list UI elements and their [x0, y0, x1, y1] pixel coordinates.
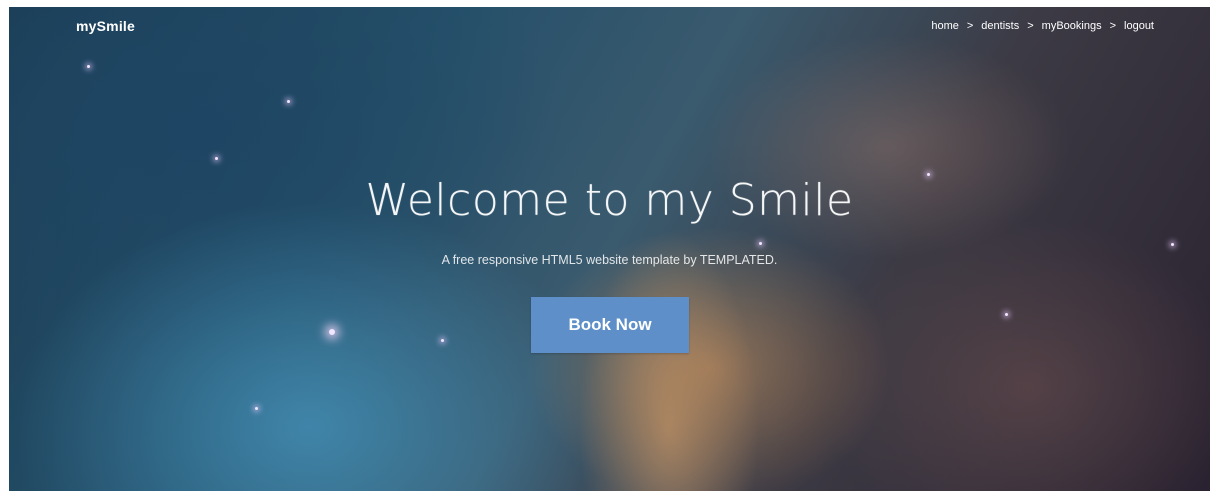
nav-dentists-link[interactable]: dentists — [981, 20, 1019, 32]
nav-separator: > — [1109, 20, 1117, 32]
star-decoration — [759, 242, 762, 245]
nav-logout-link[interactable]: logout — [1124, 20, 1154, 32]
top-navbar: mySmile home > dentists > myBookings > l… — [9, 7, 1210, 47]
hero-title: Welcome to my Smile — [365, 175, 854, 226]
star-decoration — [255, 407, 258, 410]
nav-mybookings-link[interactable]: myBookings — [1042, 20, 1102, 32]
hero-banner: mySmile home > dentists > myBookings > l… — [9, 7, 1210, 491]
star-decoration — [87, 65, 90, 68]
star-decoration — [215, 157, 218, 160]
book-now-button[interactable]: Book Now — [531, 297, 689, 353]
star-decoration — [1171, 243, 1174, 246]
nav-home-link[interactable]: home — [931, 20, 959, 32]
star-decoration — [287, 100, 290, 103]
star-decoration — [1005, 313, 1008, 316]
nav-separator: > — [1027, 20, 1034, 32]
site-logo[interactable]: mySmile — [76, 18, 135, 34]
star-decoration — [329, 329, 335, 335]
breadcrumb-nav: home > dentists > myBookings > logout — [931, 20, 1154, 32]
hero-subtitle: A free responsive HTML5 website template… — [441, 253, 778, 267]
nav-separator: > — [966, 20, 974, 32]
star-decoration — [441, 339, 444, 342]
